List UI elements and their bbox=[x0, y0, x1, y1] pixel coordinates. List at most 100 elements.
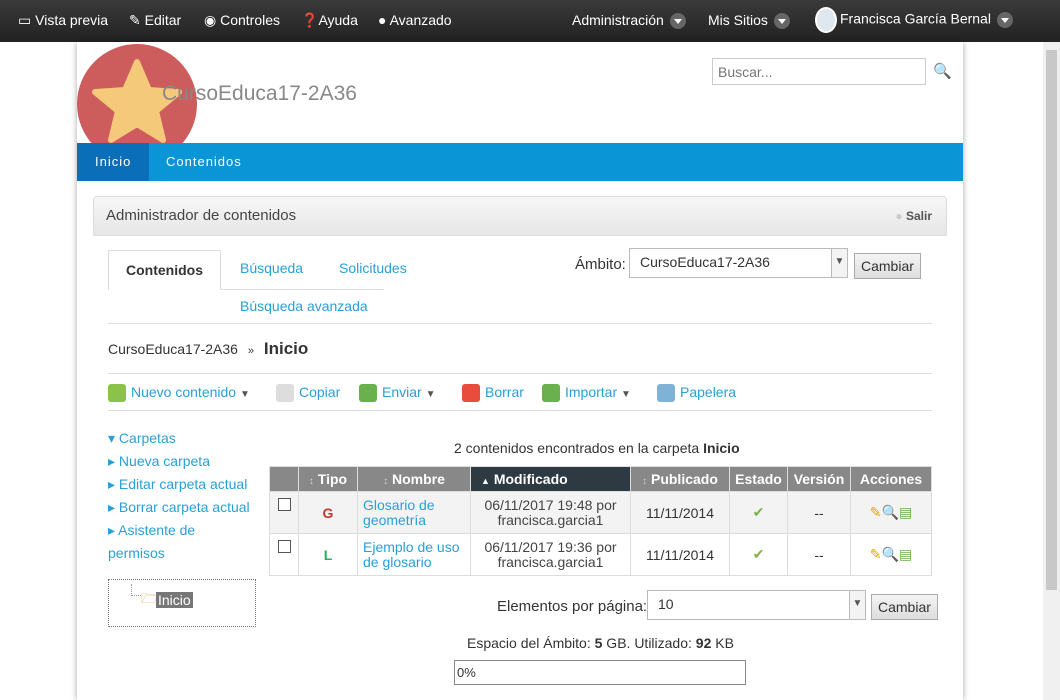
published-date: 11/11/2014 bbox=[630, 533, 730, 576]
scope-value: CursoEduca17-2A36 bbox=[640, 254, 770, 270]
tabs-divider bbox=[221, 289, 384, 290]
tab-solicitudes[interactable]: Solicitudes bbox=[339, 260, 407, 276]
my-sites-menu[interactable]: Mis Sitios bbox=[708, 12, 790, 30]
status-check-icon: ✔ bbox=[729, 491, 788, 534]
nav-item-contenidos[interactable]: Contenidos bbox=[148, 143, 260, 181]
preview-button[interactable]: ▭ Vista previa bbox=[18, 12, 108, 29]
type-icon: G bbox=[298, 491, 358, 534]
send-button[interactable]: Enviar ▼ bbox=[359, 384, 435, 403]
add-icon bbox=[108, 384, 126, 403]
copy-label: Copiar bbox=[299, 384, 341, 400]
chevron-down-icon: ▼ bbox=[831, 249, 847, 277]
edit-label: Editar bbox=[144, 12, 182, 28]
search-icon[interactable]: 🔍 bbox=[933, 62, 952, 80]
col-acciones: Acciones bbox=[850, 466, 932, 492]
preview-label: Vista previa bbox=[35, 12, 109, 28]
folder-sidebar: ▾ Carpetas ▸ Nueva carpeta ▸ Editar carp… bbox=[108, 427, 258, 565]
col-nombre[interactable]: ↕ Nombre bbox=[357, 466, 471, 492]
breadcrumb: CursoEduca17-2A36 » Inicio bbox=[108, 339, 308, 359]
breadcrumb-root[interactable]: CursoEduca17-2A36 bbox=[108, 341, 238, 357]
trash-label: Papelera bbox=[680, 384, 737, 400]
help-label: Ayuda bbox=[318, 12, 358, 28]
send-label: Enviar bbox=[382, 384, 422, 400]
page-container: CursoEduca17-2A36 🔍 Inicio Contenidos Ad… bbox=[77, 42, 963, 700]
folders-toggle[interactable]: ▾ Carpetas bbox=[108, 427, 258, 450]
tab-busqueda-avanzada[interactable]: Búsqueda avanzada bbox=[240, 298, 368, 314]
preview-icon[interactable]: 🔍 bbox=[882, 504, 899, 520]
scope-label: Ámbito: bbox=[575, 256, 626, 273]
permissions-wizard-link[interactable]: ▸ Asistente de permisos bbox=[108, 519, 218, 565]
tab-contenidos[interactable]: Contenidos bbox=[108, 250, 221, 290]
col-label: Tipo bbox=[317, 471, 348, 487]
copy-icon bbox=[276, 384, 294, 403]
search-input[interactable] bbox=[712, 58, 926, 85]
status-check-icon: ✔ bbox=[729, 533, 788, 576]
version-value: -- bbox=[787, 491, 851, 534]
import-icon bbox=[542, 384, 560, 403]
breadcrumb-separator: » bbox=[247, 345, 254, 357]
scrollbar-thumb[interactable] bbox=[1046, 50, 1057, 590]
panel-header: Administrador de contenidos ● Salir bbox=[93, 196, 947, 236]
tree-node-inicio[interactable]: Inicio bbox=[156, 592, 193, 608]
modified-date: 06/11/2017 19:48 por bbox=[484, 496, 617, 513]
copy-button[interactable]: Copiar bbox=[276, 384, 341, 403]
table-header: ↕ Tipo ↕ Nombre ▲ Modificado ↕ Publicado… bbox=[269, 466, 932, 492]
admin-menu[interactable]: Administración bbox=[572, 12, 686, 30]
scope-select[interactable]: CursoEduca17-2A36 ▼ bbox=[629, 248, 848, 278]
divider bbox=[108, 410, 932, 411]
row-checkbox[interactable] bbox=[277, 540, 291, 553]
site-title[interactable]: CursoEduca17-2A36 bbox=[162, 82, 357, 106]
col-publicado[interactable]: ↕ Publicado bbox=[630, 466, 730, 492]
row-actions: ✎🔍▤ bbox=[850, 491, 932, 534]
user-name: Francisca García Bernal bbox=[840, 10, 991, 27]
summary-folder: Inicio bbox=[703, 440, 740, 456]
import-button[interactable]: Importar ▼ bbox=[542, 384, 631, 403]
scrollbar[interactable] bbox=[1043, 42, 1060, 700]
delete-button[interactable]: Borrar bbox=[462, 384, 524, 403]
scope-change-button[interactable]: Cambiar bbox=[854, 253, 921, 279]
history-icon[interactable]: ▤ bbox=[899, 504, 912, 520]
content-name-link[interactable]: Glosario de geometría bbox=[363, 497, 435, 528]
preview-icon[interactable]: 🔍 bbox=[882, 546, 899, 562]
col-modificado[interactable]: ▲ Modificado bbox=[470, 466, 631, 492]
edit-icon[interactable]: ✎ bbox=[870, 546, 882, 562]
trash-button[interactable]: Papelera bbox=[657, 384, 737, 403]
summary-text: 2 contenidos encontrados en la carpeta bbox=[454, 440, 704, 456]
chevron-down-icon bbox=[669, 13, 686, 30]
edit-folder-link[interactable]: ▸ Editar carpeta actual bbox=[108, 473, 258, 496]
table-row: G Glosario de geometría 06/11/2017 19:48… bbox=[269, 491, 932, 534]
delete-label: Borrar bbox=[485, 384, 524, 400]
results-summary: 2 contenidos encontrados en la carpeta I… bbox=[454, 440, 740, 456]
chevron-down-icon: ▼ bbox=[849, 591, 865, 619]
new-content-button[interactable]: Nuevo contenido ▼ bbox=[108, 384, 250, 403]
quota-text: Espacio del Ámbito: 5 GB. Utilizado: 92 … bbox=[467, 635, 734, 651]
page-size-select[interactable]: 10 ▼ bbox=[647, 590, 866, 620]
content-name-link[interactable]: Ejemplo de uso de glosario bbox=[363, 539, 460, 570]
type-icon: L bbox=[298, 533, 358, 576]
col-label: Nombre bbox=[391, 471, 445, 487]
help-button[interactable]: ❓Ayuda bbox=[301, 12, 358, 29]
col-version: Versión bbox=[787, 466, 851, 492]
new-folder-link[interactable]: ▸ Nueva carpeta bbox=[108, 450, 258, 473]
delete-folder-link[interactable]: ▸ Borrar carpeta actual bbox=[108, 496, 258, 519]
version-value: -- bbox=[787, 533, 851, 576]
edit-folder-label: Editar carpeta actual bbox=[118, 476, 248, 492]
col-tipo[interactable]: ↕ Tipo bbox=[298, 466, 358, 492]
nav-item-inicio[interactable]: Inicio bbox=[77, 143, 150, 181]
edit-icon[interactable]: ✎ bbox=[870, 504, 882, 520]
trash-icon bbox=[657, 384, 675, 403]
advanced-label: Avanzado bbox=[389, 12, 452, 28]
permissions-wizard-label: Asistente de permisos bbox=[108, 522, 196, 561]
admin-label: Administración bbox=[572, 12, 664, 28]
exit-button[interactable]: ● Salir bbox=[895, 197, 932, 235]
tab-busqueda[interactable]: Búsqueda bbox=[240, 260, 303, 276]
user-menu[interactable]: Francisca García Bernal bbox=[815, 7, 1013, 33]
folder-tree: 🗁 Inicio bbox=[108, 579, 256, 627]
edit-button[interactable]: ✎ Editar bbox=[129, 12, 181, 29]
history-icon[interactable]: ▤ bbox=[899, 546, 912, 562]
controls-button[interactable]: ◉ Controles bbox=[204, 12, 280, 29]
chevron-down-icon bbox=[773, 13, 790, 30]
row-checkbox[interactable] bbox=[277, 498, 291, 511]
page-size-change-button[interactable]: Cambiar bbox=[871, 594, 938, 620]
advanced-button[interactable]: ● Avanzado bbox=[378, 12, 452, 28]
